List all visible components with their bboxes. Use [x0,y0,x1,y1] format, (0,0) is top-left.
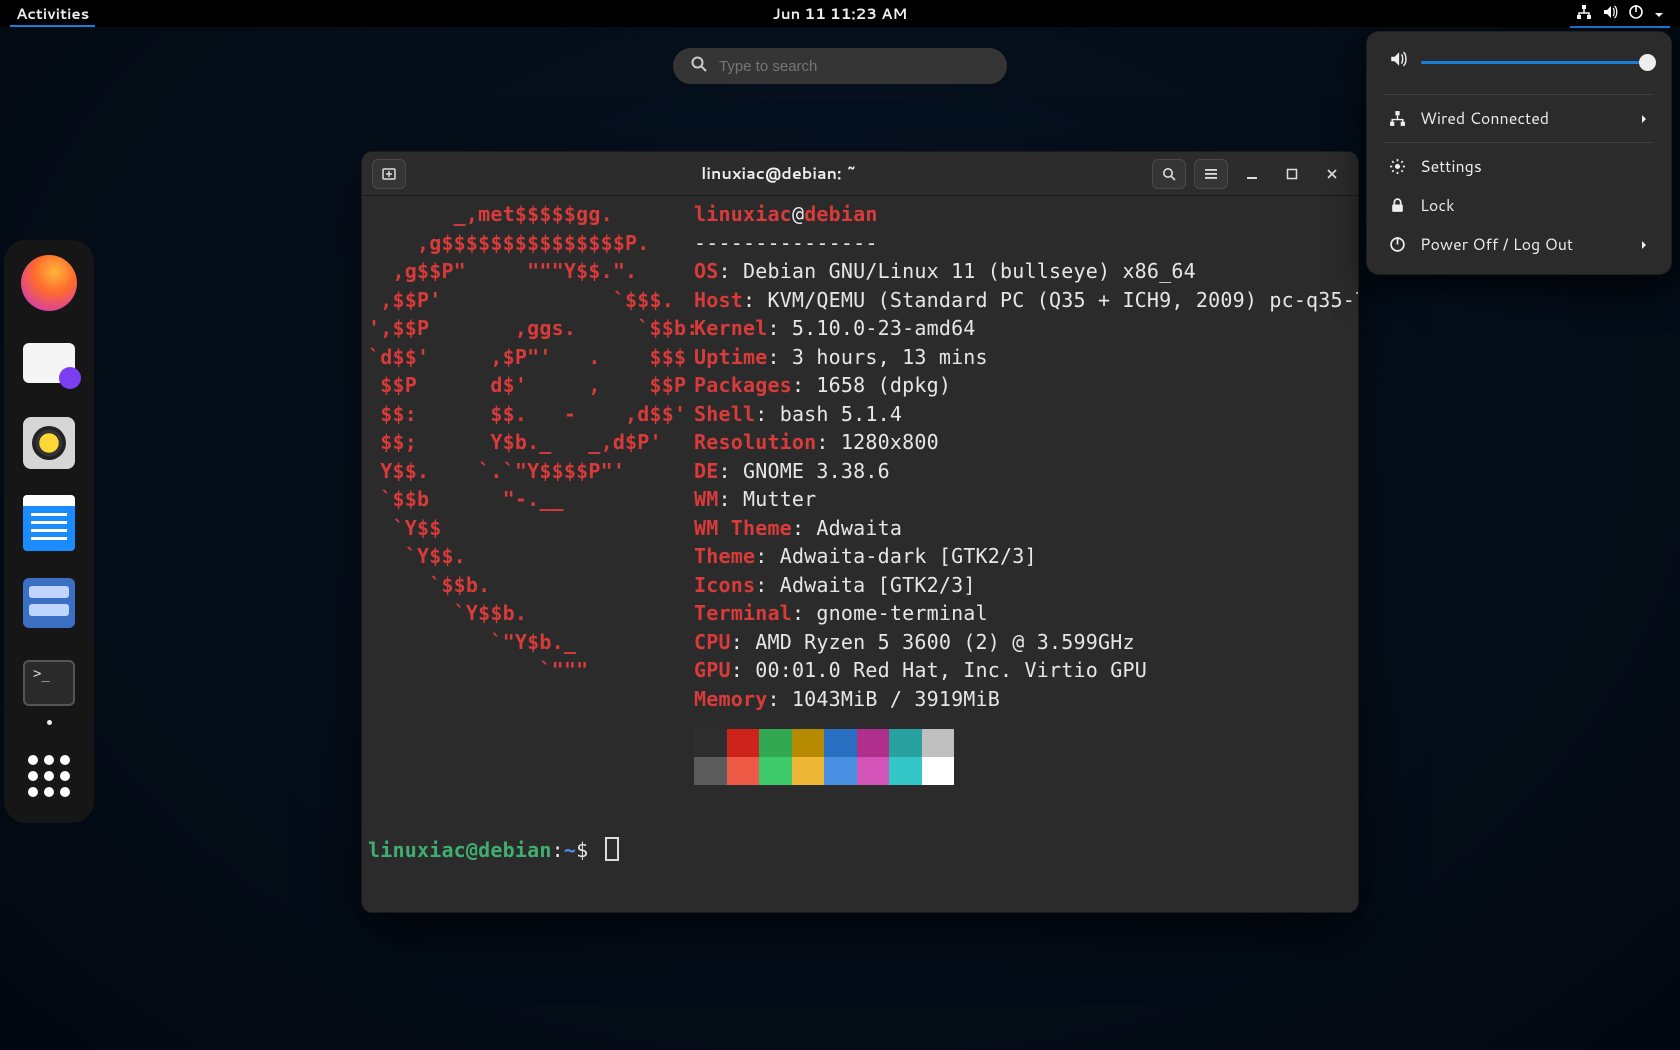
terminal-window: linuxiac@debian: ~ _,met$$$$$gg. ,g$$$$$… [362,152,1358,912]
power-row[interactable]: Power Off / Log Out [1367,225,1671,264]
topbar: Activities Jun 11 11:23 AM [0,0,1680,27]
dock-music[interactable] [20,414,78,472]
close-button[interactable] [1316,159,1348,189]
terminal-title: linuxiac@debian: ~ [414,162,1144,185]
settings-row[interactable]: Settings [1367,147,1671,186]
activities-button[interactable]: Activities [10,0,95,27]
search-input[interactable] [719,58,989,75]
shell-prompt: linuxiac@debian:~$ [368,836,619,865]
running-indicator [47,720,52,725]
dock-show-apps[interactable] [20,747,78,805]
minimize-button[interactable] [1236,159,1268,189]
neofetch-ascii-logo: _,met$$$$$gg. ,g$$$$$$$$$$$$$$$P. ,g$$P"… [368,200,699,685]
dock-writer[interactable] [20,494,78,552]
divider [1385,94,1653,95]
dash [4,240,94,823]
volume-icon [1389,50,1407,74]
volume-slider-thumb[interactable] [1639,54,1656,71]
maximize-button[interactable] [1276,159,1308,189]
terminal-menu-button[interactable] [1194,159,1228,189]
terminal-headerbar: linuxiac@debian: ~ [362,152,1358,196]
volume-row [1367,46,1671,90]
terminal-cursor [605,837,619,861]
network-row[interactable]: Wired Connected [1367,99,1671,138]
volume-icon [1602,4,1618,25]
dock-mail[interactable] [20,334,78,392]
settings-label: Settings [1420,155,1482,178]
lock-row[interactable]: Lock [1367,186,1671,225]
divider [1385,142,1653,143]
terminal-content[interactable]: _,met$$$$$gg. ,g$$$$$$$$$$$$$$$P. ,g$$P"… [362,196,1358,912]
dock-terminal[interactable] [20,654,78,712]
power-label: Power Off / Log Out [1420,233,1573,256]
chevron-down-icon [1654,4,1664,25]
clock[interactable]: Jun 11 11:23 AM [773,3,908,24]
system-menu: Wired Connected Settings Lock Power Off … [1367,32,1671,274]
lock-label: Lock [1420,194,1455,217]
search-icon [691,56,707,77]
neofetch-color-palette [694,729,954,785]
terminal-search-button[interactable] [1152,159,1186,189]
chevron-right-icon [1639,233,1649,256]
chevron-right-icon [1639,107,1649,130]
dock-files[interactable] [20,574,78,632]
network-label: Wired Connected [1420,107,1549,130]
dock-firefox[interactable] [20,254,78,312]
new-tab-button[interactable] [372,159,406,189]
network-icon [1576,4,1592,25]
power-icon [1628,4,1644,25]
overview-search[interactable] [673,48,1007,84]
volume-slider[interactable] [1421,61,1649,64]
